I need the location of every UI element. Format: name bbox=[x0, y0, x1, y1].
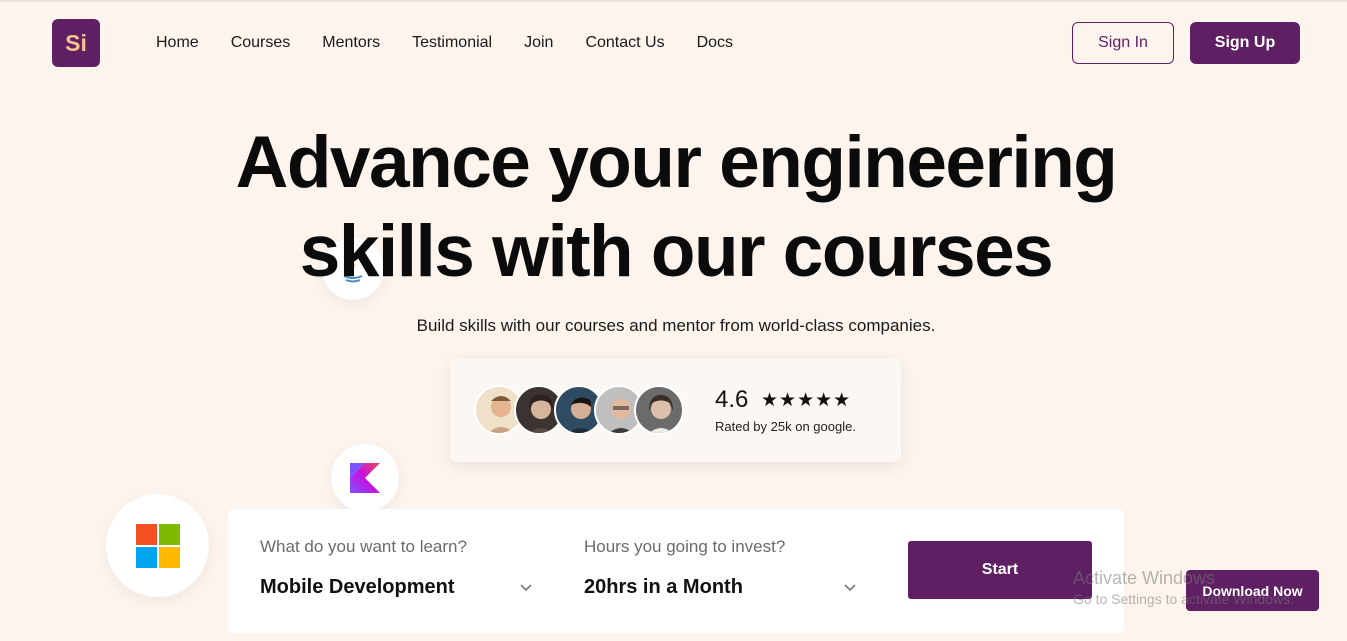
nav-contact-us[interactable]: Contact Us bbox=[585, 33, 664, 53]
brand-logo[interactable]: Si bbox=[52, 19, 100, 67]
nav-docs[interactable]: Docs bbox=[697, 33, 733, 53]
nav-home[interactable]: Home bbox=[156, 33, 199, 53]
top-border bbox=[0, 0, 1347, 2]
logo-text: Si bbox=[65, 29, 87, 56]
hero-heading-line-2: skills with our courses bbox=[299, 211, 1054, 292]
microsoft-icon bbox=[135, 523, 180, 568]
sign-up-button[interactable]: Sign Up bbox=[1190, 22, 1300, 64]
avatar bbox=[634, 385, 684, 435]
kotlin-badge bbox=[331, 444, 399, 512]
nav-join[interactable]: Join bbox=[524, 33, 553, 53]
nav-courses[interactable]: Courses bbox=[231, 33, 291, 53]
sign-in-button[interactable]: Sign In bbox=[1072, 22, 1174, 64]
hero-heading-line-1: Advance your engineering bbox=[235, 122, 1118, 203]
watermark-subtitle: Go to Settings to activate Windows. bbox=[1073, 591, 1294, 607]
main-nav: Home Courses Mentors Testimonial Join Co… bbox=[156, 33, 765, 53]
nav-mentors[interactable]: Mentors bbox=[322, 33, 380, 53]
hours-label: Hours you going to invest? bbox=[584, 537, 786, 556]
hero-heading: Advance your engineering skills with our… bbox=[0, 118, 1347, 296]
star-rating: ★★★★★ bbox=[761, 390, 852, 411]
rating-card: 4.6 ★★★★★ Rated by 25k on google. bbox=[450, 359, 901, 462]
microsoft-badge bbox=[106, 494, 209, 597]
avatar-group bbox=[474, 385, 684, 435]
learn-label: What do you want to learn? bbox=[260, 537, 467, 556]
watermark-title: Activate Windows bbox=[1073, 568, 1216, 588]
chevron-down-icon[interactable] bbox=[518, 579, 534, 595]
rating-caption: Rated by 25k on google. bbox=[715, 419, 856, 434]
activate-windows-watermark: Activate Windows Go to Settings to activ… bbox=[1073, 568, 1294, 607]
course-search-panel: What do you want to learn? Mobile Develo… bbox=[228, 509, 1124, 633]
rating-value: 4.6 bbox=[715, 386, 749, 413]
chevron-down-icon[interactable] bbox=[842, 579, 858, 595]
start-button[interactable]: Start bbox=[908, 541, 1092, 599]
learn-select[interactable]: Mobile Development bbox=[260, 576, 454, 599]
kotlin-icon bbox=[350, 463, 380, 493]
nav-testimonial[interactable]: Testimonial bbox=[412, 33, 492, 53]
hours-select[interactable]: 20hrs in a Month bbox=[584, 576, 743, 599]
hero-subtitle: Build skills with our courses and mentor… bbox=[416, 316, 936, 335]
